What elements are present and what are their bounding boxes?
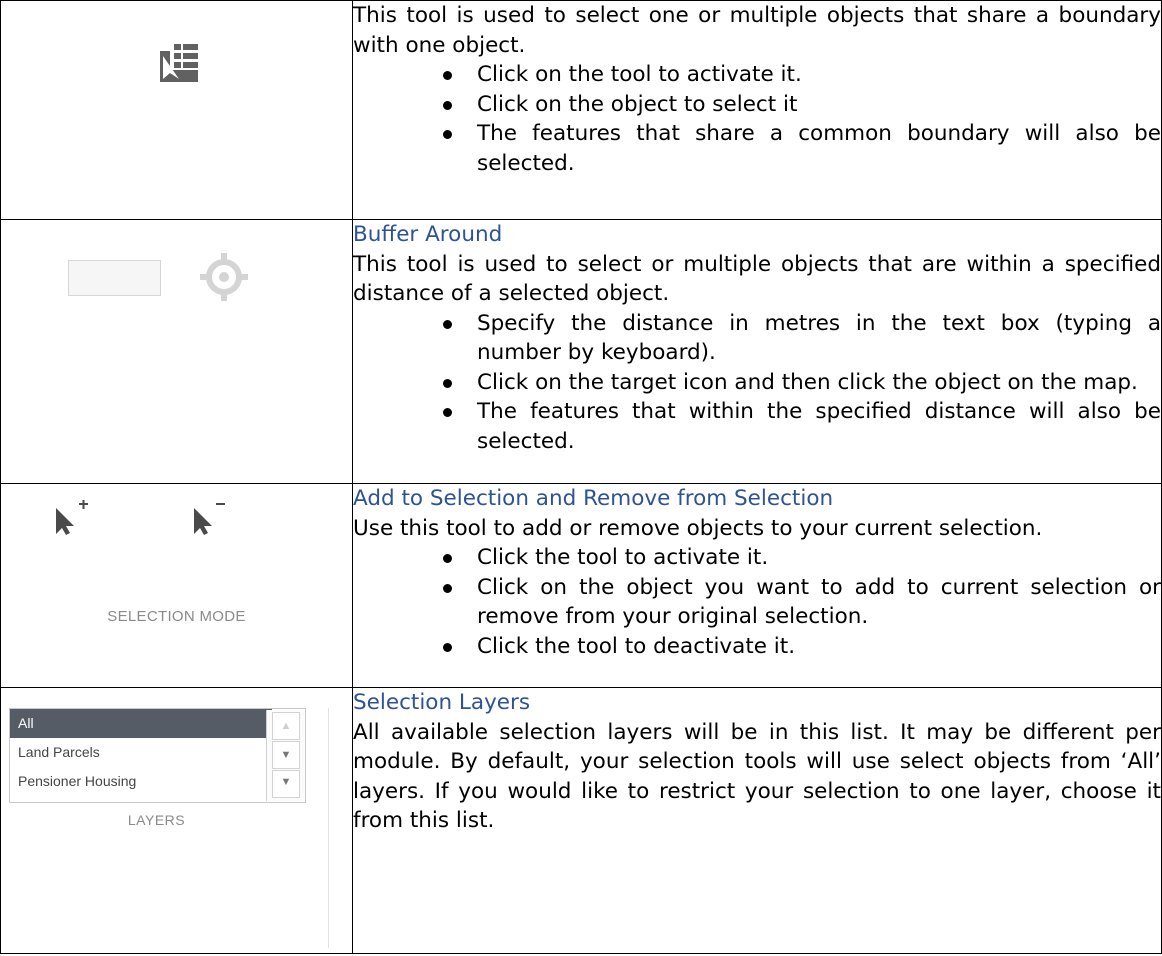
list-item: Click the tool to deactivate it. bbox=[443, 632, 1161, 662]
tool-description: This tool is used to select or multiple … bbox=[353, 251, 1161, 307]
target-icon[interactable] bbox=[199, 252, 249, 302]
table-row: This tool is used to select one or multi… bbox=[0, 0, 1162, 220]
description-cell: Selection Layers All available selection… bbox=[352, 687, 1162, 954]
tool-reference-table: This tool is used to select one or multi… bbox=[0, 0, 1162, 954]
cursor-plus-icon[interactable] bbox=[53, 500, 91, 536]
description-cell: Buffer Around This tool is used to selec… bbox=[352, 219, 1162, 484]
section-heading: Selection Layers bbox=[353, 690, 531, 715]
table-row: SELECTION MODE Add to Selection and Remo… bbox=[0, 483, 1162, 688]
icon-cell bbox=[0, 0, 353, 220]
list-item: Click on the target icon and then click … bbox=[443, 368, 1161, 398]
steps-list: Click on the tool to activate it. Click … bbox=[353, 60, 1161, 178]
layer-option-all[interactable]: All bbox=[10, 709, 272, 738]
tool-description: This tool is used to select one or multi… bbox=[353, 3, 1161, 58]
layers-list[interactable]: All Land Parcels Pensioner Housing ▲ ▼ ▼ bbox=[9, 708, 306, 803]
icon-cell: All Land Parcels Pensioner Housing ▲ ▼ ▼… bbox=[0, 687, 353, 954]
icon-cell bbox=[0, 219, 353, 484]
scroll-up-icon[interactable]: ▲ bbox=[272, 712, 300, 740]
tool-description: All available selection layers will be i… bbox=[353, 719, 1161, 834]
description-cell: Add to Selection and Remove from Selecti… bbox=[352, 483, 1162, 688]
document-page: { "rows": [ { "heading": "", "intro": "T… bbox=[0, 0, 1162, 956]
section-heading: Add to Selection and Remove from Selecti… bbox=[353, 486, 834, 511]
list-item: Click on the object you want to add to c… bbox=[443, 573, 1161, 632]
buffer-distance-input[interactable] bbox=[68, 260, 161, 296]
description-cell: This tool is used to select one or multi… bbox=[352, 0, 1162, 220]
scroll-end-icon[interactable]: ▼ bbox=[272, 770, 300, 798]
steps-list: Specify the distance in metres in the te… bbox=[353, 309, 1161, 457]
list-item: Click on the tool to activate it. bbox=[443, 60, 1161, 90]
steps-list: Click the tool to activate it. Click on … bbox=[353, 543, 1161, 661]
section-heading: Buffer Around bbox=[353, 222, 503, 247]
panel-divider bbox=[328, 708, 329, 948]
list-item: Click on the object to select it bbox=[443, 90, 1161, 120]
layer-option-pensioner-housing[interactable]: Pensioner Housing bbox=[10, 767, 305, 796]
list-item: Specify the distance in metres in the te… bbox=[443, 309, 1161, 368]
adjacent-selection-icon[interactable] bbox=[159, 43, 199, 83]
layer-option-land-parcels[interactable]: Land Parcels bbox=[10, 738, 305, 767]
list-item: The features that within the specified d… bbox=[443, 397, 1161, 456]
selection-mode-label: SELECTION MODE bbox=[107, 608, 246, 625]
list-item: Click the tool to activate it. bbox=[443, 543, 1161, 573]
layers-panel: All Land Parcels Pensioner Housing ▲ ▼ ▼… bbox=[9, 708, 329, 948]
list-item: The features that share a common boundar… bbox=[443, 119, 1161, 178]
table-row: Buffer Around This tool is used to selec… bbox=[0, 219, 1162, 484]
scroll-down-icon[interactable]: ▼ bbox=[272, 741, 300, 769]
icon-cell: SELECTION MODE bbox=[0, 483, 353, 688]
table-row: All Land Parcels Pensioner Housing ▲ ▼ ▼… bbox=[0, 687, 1162, 954]
layers-scrollbar[interactable]: ▲ ▼ ▼ bbox=[266, 710, 304, 801]
layers-caption: LAYERS bbox=[127, 812, 186, 828]
cursor-minus-icon[interactable] bbox=[191, 500, 229, 536]
tool-description: Use this tool to add or remove objects t… bbox=[353, 515, 1043, 541]
